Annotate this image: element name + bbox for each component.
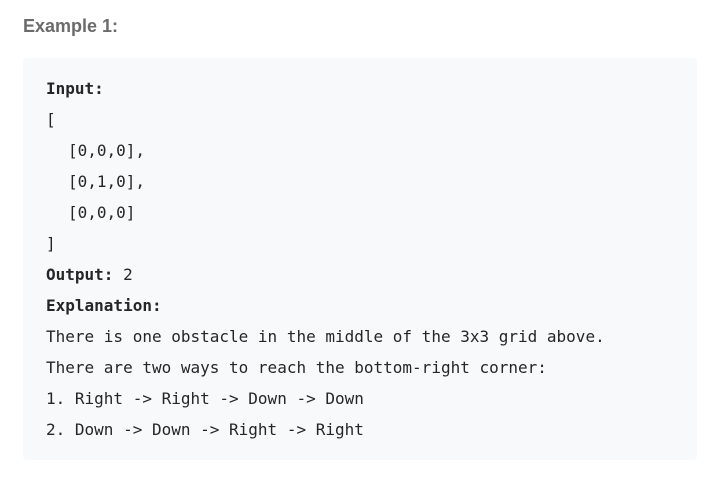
input-close-bracket: ] bbox=[46, 234, 56, 253]
output-value: 2 bbox=[113, 265, 133, 284]
input-label: Input: bbox=[46, 79, 104, 98]
input-open-bracket: [ bbox=[46, 110, 56, 129]
explanation-line-1: There is one obstacle in the middle of t… bbox=[46, 327, 605, 346]
input-row-1: [0,0,0], bbox=[68, 141, 146, 160]
explanation-label: Explanation: bbox=[46, 296, 162, 315]
input-row-2: [0,1,0], bbox=[68, 172, 146, 191]
example-code-block: Input: [ [0,0,0], [0,1,0], [0,0,0] ] Out… bbox=[23, 58, 697, 460]
output-line: Output: 2 bbox=[46, 259, 697, 290]
input-row-3: [0,0,0] bbox=[68, 203, 136, 222]
explanation-line-4: 2. Down -> Down -> Right -> Right bbox=[46, 420, 364, 439]
page: Example 1: Input: [ [0,0,0], [0,1,0], [0… bbox=[0, 0, 719, 481]
explanation-line-3: 1. Right -> Right -> Down -> Down bbox=[46, 389, 364, 408]
output-label: Output: bbox=[46, 265, 114, 284]
explanation-line-2: There are two ways to reach the bottom-r… bbox=[46, 358, 547, 377]
example-heading: Example 1: bbox=[23, 16, 119, 36]
